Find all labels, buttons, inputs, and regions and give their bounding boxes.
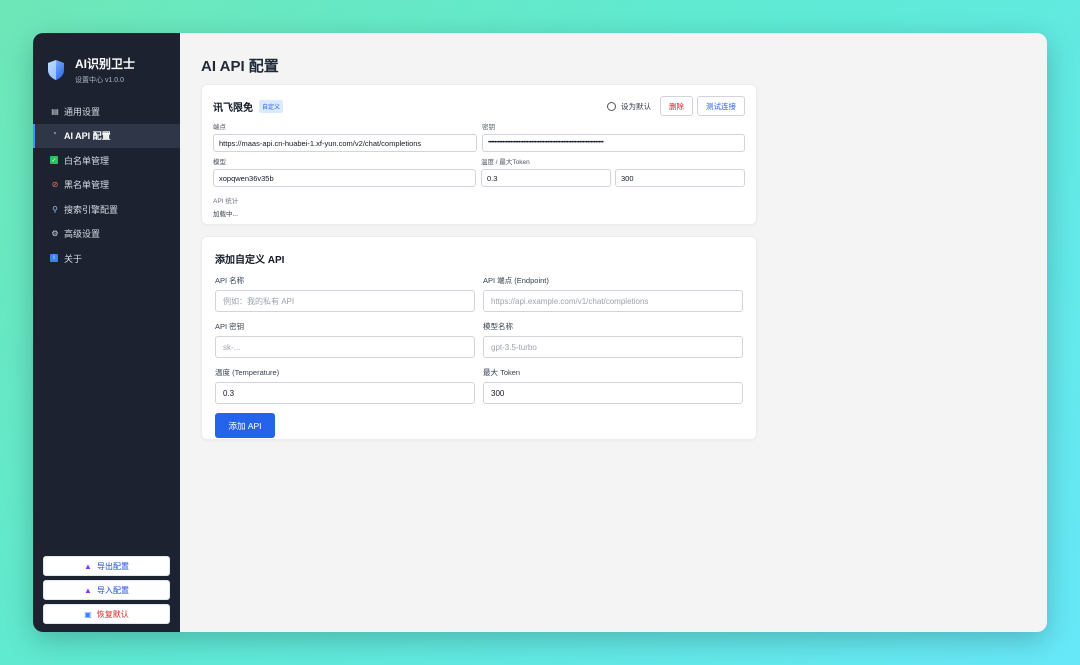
sidebar-nav: ▤ 通用设置 ' AI API 配置 ✓ 白名单管理 ⊘ 黑名单管理 ⚲ 搜索引…	[33, 99, 180, 271]
key-group: 密钥 •••••••••••••••••••••••••••••••••••••…	[482, 121, 745, 152]
add-api-card: 添加自定义 API API 名称 例如：我的私有 API API 端点 (End…	[201, 236, 757, 440]
sidebar-item-label: 黑名单管理	[64, 180, 110, 191]
info-icon: i	[50, 254, 58, 263]
api-stats-label: API 统计	[213, 198, 239, 205]
api-name: 讯飞限免	[213, 102, 253, 114]
api-card-actions: 设为默认 删除 测试连接	[607, 96, 745, 116]
clipboard-icon: ▤	[51, 106, 59, 116]
check-box-icon: ✓	[50, 156, 58, 165]
model-group: 模型 xopqwen36v35b	[213, 156, 476, 187]
reset-default-button[interactable]: ▣ 恢复默认	[43, 604, 170, 624]
sidebar-actions: ▲ 导出配置 ▲ 导入配置 ▣ 恢复默认	[43, 552, 170, 624]
sidebar-item-label: AI API 配置	[64, 131, 111, 142]
max-token-field[interactable]: 300	[615, 169, 745, 187]
sidebar-item-blacklist[interactable]: ⊘ 黑名单管理	[33, 173, 180, 198]
api-card-header: 讯飞限免 自定义 设为默认 删除 测试连接	[213, 95, 745, 117]
api-name-group: API 名称 例如：我的私有 API	[215, 275, 475, 312]
page-title: AI API 配置	[201, 58, 279, 75]
max-token-input[interactable]: 300	[483, 382, 743, 404]
sidebar-item-label: 关于	[64, 253, 83, 264]
temperature-label: 温度 (Temperature)	[215, 368, 280, 377]
brand-subtitle: 设置中心 v1.0.0	[75, 77, 125, 84]
add-api-title: 添加自定义 API	[215, 255, 285, 266]
main-content: AI API 配置 讯飞限免 自定义 设为默认 删除 测试连接 端点 https…	[180, 33, 1047, 632]
sidebar-item-general[interactable]: ▤ 通用设置	[33, 99, 180, 124]
api-config-card: 讯飞限免 自定义 设为默认 删除 测试连接 端点 https://maas-ap…	[201, 84, 757, 225]
api-name-label: API 名称	[215, 276, 245, 285]
model-name-label: 模型名称	[483, 322, 513, 331]
sidebar-item-about[interactable]: i 关于	[33, 246, 180, 271]
export-config-button[interactable]: ▲ 导出配置	[43, 556, 170, 576]
brand: AI识别卫士 设置中心 v1.0.0	[33, 33, 180, 93]
shield-logo-icon	[48, 60, 64, 80]
add-api-row-3: 温度 (Temperature) 0.3 最大 Token 300	[215, 367, 743, 404]
set-default-label[interactable]: 设为默认	[621, 101, 651, 112]
model-label: 模型	[213, 159, 226, 166]
temperature-input[interactable]: 0.3	[215, 382, 475, 404]
sidebar: AI识别卫士 设置中心 v1.0.0 ▤ 通用设置 ' AI API 配置 ✓ …	[33, 33, 180, 632]
sidebar-item-search-engine[interactable]: ⚲ 搜索引擎配置	[33, 197, 180, 222]
api-endpoint-label: API 端点 (Endpoint)	[483, 276, 549, 285]
api-stats-value: 加载中...	[213, 211, 238, 218]
key-field[interactable]: ••••••••••••••••••••••••••••••••••••••••…	[482, 134, 745, 152]
temp-token-inputs: 0.3 300	[481, 169, 745, 187]
upload-icon: ▲	[84, 561, 92, 571]
sidebar-item-label: 通用设置	[64, 106, 101, 117]
api-model-row: 模型 xopqwen36v35b 温度 / 最大Token 0.3 300	[213, 156, 745, 187]
magnifier-icon: ⚲	[52, 204, 58, 214]
sidebar-item-ai-api[interactable]: ' AI API 配置	[33, 123, 180, 148]
temperature-field[interactable]: 0.3	[481, 169, 611, 187]
prohibited-icon: ⊘	[51, 180, 59, 190]
sidebar-item-whitelist[interactable]: ✓ 白名单管理	[33, 148, 180, 173]
model-name-input[interactable]: gpt-3.5-turbo	[483, 336, 743, 358]
endpoint-field[interactable]: https://maas-api.cn-huabei-1.xf-yun.com/…	[213, 134, 477, 152]
settings-window: AI识别卫士 设置中心 v1.0.0 ▤ 通用设置 ' AI API 配置 ✓ …	[33, 33, 1047, 632]
brand-title: AI识别卫士	[75, 57, 136, 71]
custom-badge: 自定义	[259, 99, 284, 113]
sidebar-item-advanced[interactable]: ⚙ 高级设置	[33, 222, 180, 247]
api-key-input[interactable]: sk-...	[215, 336, 475, 358]
api-endpoint-row: 端点 https://maas-api.cn-huabei-1.xf-yun.c…	[213, 121, 745, 152]
gear-icon: ⚙	[51, 229, 59, 239]
endpoint-group: 端点 https://maas-api.cn-huabei-1.xf-yun.c…	[213, 121, 477, 152]
max-token-label: 最大 Token	[483, 368, 521, 377]
api-endpoint-group: API 端点 (Endpoint) https://api.example.co…	[483, 275, 743, 312]
model-field[interactable]: xopqwen36v35b	[213, 169, 476, 187]
add-api-row-1: API 名称 例如：我的私有 API API 端点 (Endpoint) htt…	[215, 275, 743, 312]
export-config-label: 导出配置	[96, 561, 129, 571]
reset-default-label: 恢复默认	[96, 609, 129, 619]
add-api-row-2: API 密钥 sk-... 模型名称 gpt-3.5-turbo	[215, 321, 743, 358]
api-key-group: API 密钥 sk-...	[215, 321, 475, 358]
sidebar-item-label: 白名单管理	[64, 155, 110, 166]
import-config-label: 导入配置	[96, 585, 129, 595]
temp-token-label: 温度 / 最大Token	[481, 159, 530, 166]
endpoint-label: 端点	[213, 124, 226, 131]
api-endpoint-input[interactable]: https://api.example.com/v1/chat/completi…	[483, 290, 743, 312]
add-api-button[interactable]: 添加 API	[215, 413, 275, 438]
plug-icon: '	[54, 131, 56, 141]
delete-button[interactable]: 删除	[660, 96, 693, 116]
sidebar-item-label: 高级设置	[64, 229, 101, 240]
model-name-group: 模型名称 gpt-3.5-turbo	[483, 321, 743, 358]
key-label: 密钥	[482, 124, 495, 131]
api-name-input[interactable]: 例如：我的私有 API	[215, 290, 475, 312]
download-icon: ▲	[84, 585, 92, 595]
test-connection-button[interactable]: 测试连接	[697, 96, 745, 116]
temperature-group: 温度 (Temperature) 0.3	[215, 367, 475, 404]
api-key-label: API 密钥	[215, 322, 245, 331]
temp-token-group: 温度 / 最大Token 0.3 300	[481, 156, 745, 187]
set-default-radio[interactable]	[607, 101, 616, 111]
reset-icon: ▣	[84, 609, 92, 619]
max-token-group: 最大 Token 300	[483, 367, 743, 404]
import-config-button[interactable]: ▲ 导入配置	[43, 580, 170, 600]
sidebar-item-label: 搜索引擎配置	[64, 204, 119, 215]
